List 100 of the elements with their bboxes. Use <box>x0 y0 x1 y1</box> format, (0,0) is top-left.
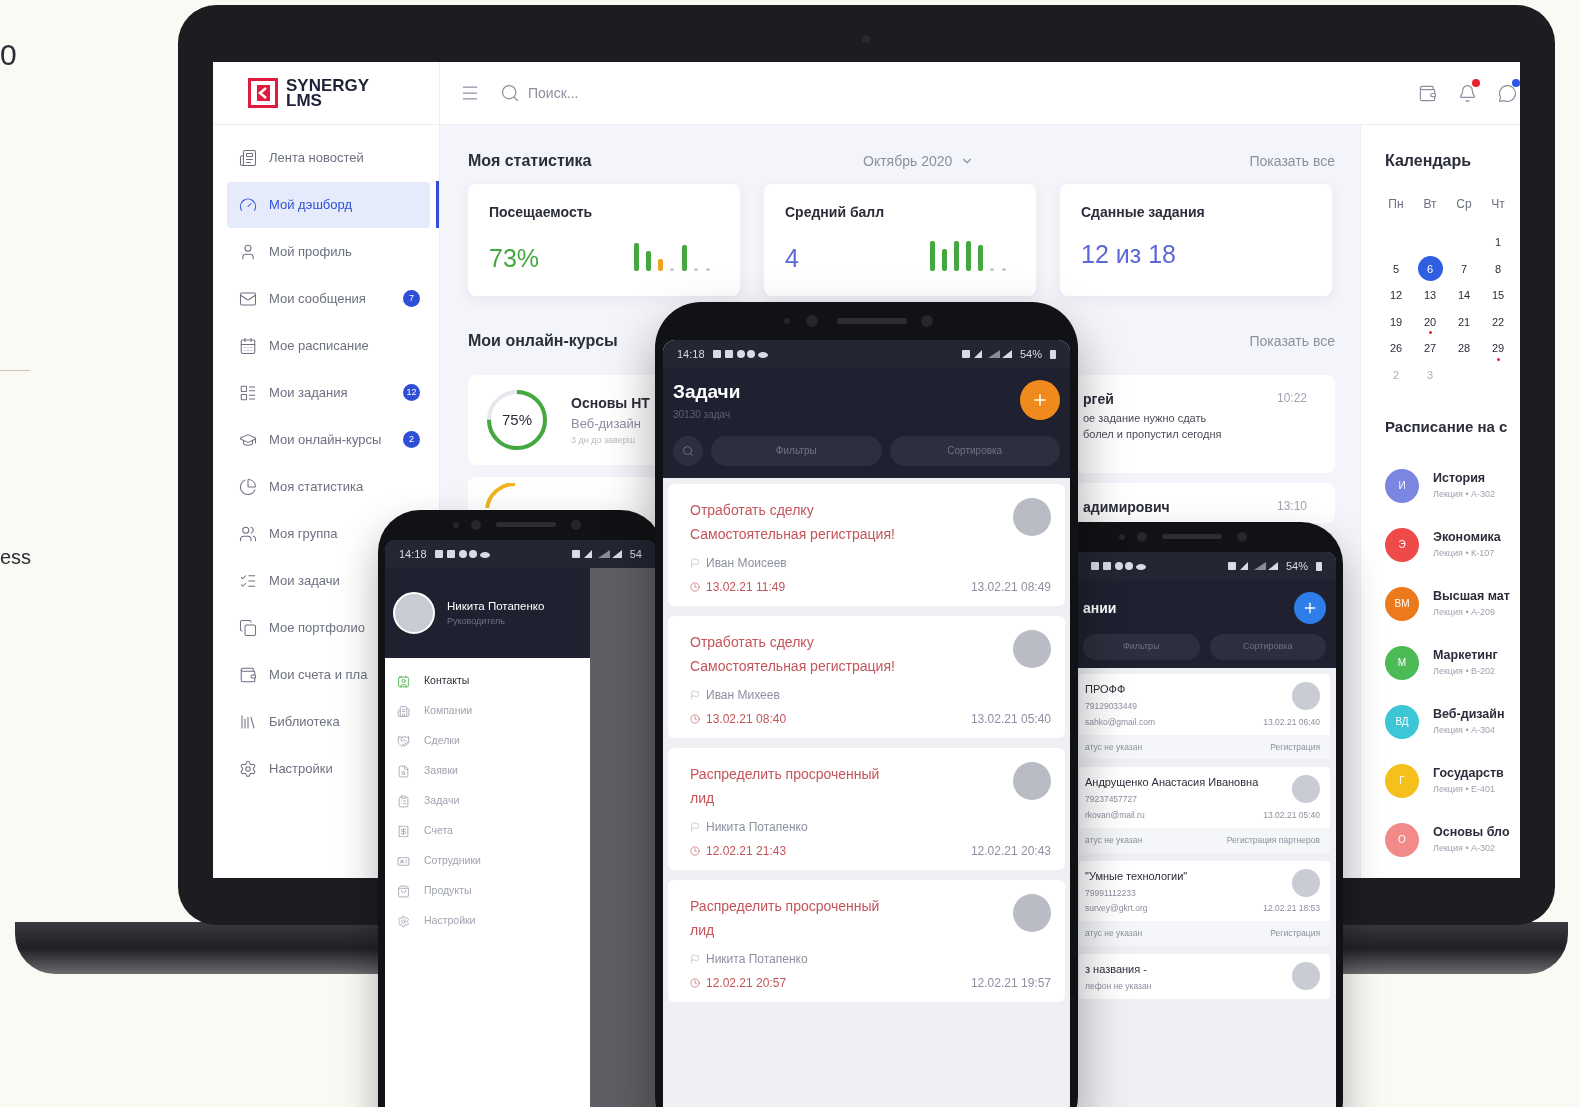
period-dropdown[interactable]: Октябрь 2020 <box>863 150 975 172</box>
search-field[interactable]: Поиск... <box>528 82 768 104</box>
course-category: Веб-дизайн <box>571 415 642 433</box>
task-assignee: Никита Потапенко <box>706 950 808 968</box>
calendar-day[interactable]: 6 <box>1417 256 1443 282</box>
drawer-item[interactable]: Задачи <box>385 786 464 816</box>
lesson-details: Лекция • А-209 <box>1433 606 1497 620</box>
calendar-day[interactable]: 29 <box>1485 335 1511 361</box>
lead-email: survey@gkrt.org <box>1085 902 1148 915</box>
course-deadline: 3 дн до заверш <box>571 433 637 447</box>
lead-name: Андрущенко Анастасия Ивановна <box>1085 775 1259 791</box>
task-assignee: Иван Михеев <box>706 686 780 704</box>
count-badge: 12 <box>403 384 420 401</box>
calendar-day[interactable]: 20 <box>1417 309 1443 335</box>
sidebar-item[interactable]: Мой дэшборд <box>227 181 430 228</box>
task-assignee: Никита Потапенко <box>706 818 808 836</box>
sidebar-item[interactable]: Настройки <box>227 745 335 792</box>
sidebar-item[interactable]: Моя статистика <box>227 463 366 510</box>
calendar-day[interactable]: 5 <box>1383 256 1409 282</box>
calendar-day[interactable]: 22 <box>1485 309 1511 335</box>
search-button[interactable] <box>673 435 703 466</box>
signal-icons-drawing <box>961 349 1012 359</box>
show-all-link[interactable]: Показать все <box>1249 150 1335 172</box>
calendar-day[interactable]: 15 <box>1485 282 1511 308</box>
sidebar-item[interactable]: Мои задания 12 <box>227 369 430 416</box>
lead-phone: 79991112233 <box>1085 886 1136 900</box>
document-search-icon <box>397 764 410 778</box>
show-all-link[interactable]: Показать все <box>1249 330 1335 352</box>
stat-title: Посещаемость <box>489 203 593 222</box>
settings-icon <box>397 914 410 928</box>
status-icons-drawing <box>1091 561 1149 571</box>
calendar-day[interactable]: 19 <box>1383 309 1409 335</box>
calendar-day[interactable]: 26 <box>1383 335 1409 361</box>
calendar-day[interactable]: 13 <box>1417 282 1443 308</box>
drawer-item[interactable]: Контакты <box>385 666 474 696</box>
lead-date: 13.02.21 05:40 <box>1263 809 1320 822</box>
calendar-day[interactable]: 1 <box>1485 229 1511 255</box>
avatar <box>1292 868 1320 897</box>
list-icon <box>239 383 257 402</box>
flag-icon <box>690 953 700 964</box>
subject-name: Веб-дизайн <box>1433 706 1505 724</box>
wallet-icon[interactable] <box>1418 83 1438 103</box>
avatar <box>1013 629 1051 668</box>
calendar-day[interactable]: 28 <box>1451 335 1477 361</box>
task-title: Отработать сделку Самостоятельная регистрация! <box>690 500 896 544</box>
sidebar-item[interactable]: Мои счета и пла <box>227 651 370 698</box>
user-name: Никита Потапенко <box>447 598 545 614</box>
lead-name: ПРОФФ <box>1085 682 1127 697</box>
calendar-day[interactable]: 7 <box>1451 256 1477 282</box>
filter-button[interactable]: Фильтры <box>711 435 882 466</box>
lesson-details: Лекция • Е-401 <box>1433 783 1497 797</box>
lead-email: sahko@gmail.com <box>1085 715 1156 729</box>
avatar <box>1013 761 1051 800</box>
calendar-day[interactable]: 21 <box>1451 309 1477 335</box>
filter-button[interactable]: Сортировка <box>889 435 1060 466</box>
sidebar-item[interactable]: Моя группа <box>227 510 340 557</box>
active-indicator <box>436 181 439 228</box>
subject-name: История <box>1433 470 1487 488</box>
drawer-item[interactable]: Продукты <box>385 876 476 906</box>
calendar-day[interactable]: 8 <box>1485 256 1511 282</box>
avatar <box>1292 682 1320 710</box>
shopping-bag-icon <box>397 884 410 898</box>
calendar-day[interactable]: 12 <box>1383 282 1409 308</box>
drawer-item[interactable]: Сделки <box>385 726 464 756</box>
filter-button[interactable]: Сортировка <box>1209 634 1326 660</box>
drawer-item[interactable]: Сотрудники <box>385 846 485 876</box>
clock-icon <box>690 845 700 856</box>
sidebar-item[interactable]: Лента новостей <box>227 134 366 181</box>
sidebar-item[interactable]: Мои онлайн-курсы 2 <box>227 416 430 463</box>
sidebar-item[interactable]: Мое расписание <box>227 322 371 369</box>
stat-title: Средний балл <box>785 203 885 222</box>
calendar-day[interactable]: 14 <box>1451 282 1477 308</box>
panel-title: Расписание на с <box>1385 417 1509 437</box>
add-button[interactable] <box>1020 379 1060 420</box>
lead-status: атус не указан <box>1085 927 1143 940</box>
subject-avatar: Э <box>1385 527 1419 562</box>
sidebar-item[interactable]: Мой профиль <box>227 228 354 275</box>
search-icon <box>500 83 520 103</box>
sidebar-item[interactable]: Мое портфолио <box>227 604 367 651</box>
drawer-item[interactable]: Счета <box>385 816 457 846</box>
sidebar-item[interactable]: Мои задачи <box>227 557 342 604</box>
battery-percent: 54% <box>1285 558 1308 574</box>
add-button[interactable] <box>1294 592 1326 624</box>
signal-icons-drawing <box>1227 561 1278 571</box>
mail-icon <box>239 289 257 308</box>
drawer-item[interactable]: Заявки <box>385 756 462 786</box>
avatar <box>393 592 435 634</box>
sidebar-item[interactable]: Библиотека <box>227 698 342 745</box>
users-icon <box>239 524 257 543</box>
drawer-item[interactable]: Компании <box>385 696 477 726</box>
task-deadline: 13.02.21 11:49 <box>706 578 786 596</box>
panel-title: Календарь <box>1385 151 1473 171</box>
calendar-day[interactable]: 27 <box>1417 335 1443 361</box>
task-created: 13.02.21 08:49 <box>970 578 1051 596</box>
flag-icon <box>690 821 700 832</box>
subject-avatar: ВД <box>1385 704 1419 739</box>
sidebar-item[interactable]: Мои сообщения 7 <box>227 275 430 322</box>
user-role: Руководитель <box>447 614 506 628</box>
filter-button[interactable]: Фильтры <box>1083 634 1200 660</box>
subject-name: Основы бло <box>1433 824 1510 842</box>
